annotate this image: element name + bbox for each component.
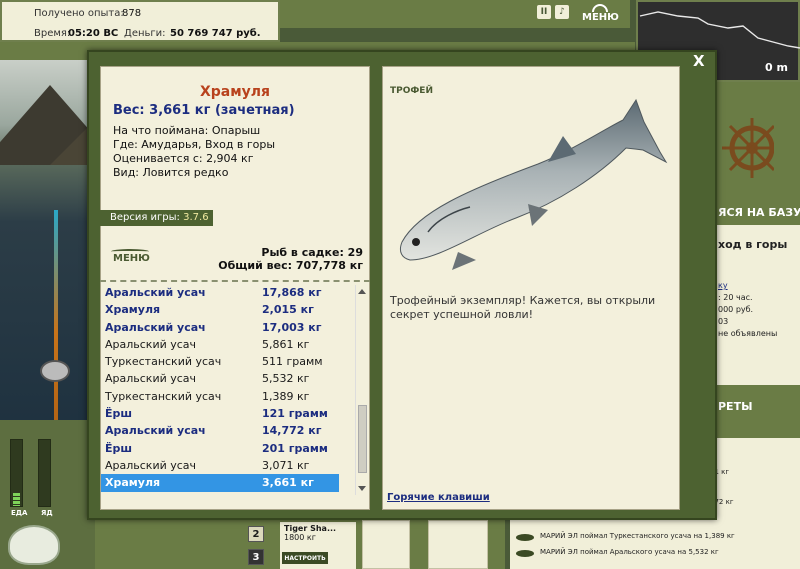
bait-slot[interactable] bbox=[428, 520, 488, 569]
money-label: Деньги: bbox=[124, 28, 166, 39]
catch-row[interactable]: Ёрш 201 грамм bbox=[101, 440, 357, 457]
scroll-thumb[interactable] bbox=[358, 405, 367, 473]
close-button[interactable]: X bbox=[693, 52, 705, 70]
status-panel: ЕДА ЯД bbox=[0, 420, 95, 569]
log-row: МАРИЙ ЭЛ поймал Туркестанского усача на … bbox=[540, 532, 735, 540]
trophy-text: Трофейный экземпляр! Кажется, вы открыли… bbox=[390, 294, 656, 321]
exp-label: Получено опыта: bbox=[34, 8, 124, 19]
catch-row[interactable]: Аральский усач 14,772 кг bbox=[101, 422, 357, 439]
food-meter bbox=[10, 439, 23, 507]
catch-row[interactable]: Туркестанский усач 511 грамм bbox=[101, 353, 357, 370]
exp-value: 878 bbox=[122, 8, 142, 19]
divider bbox=[100, 280, 370, 282]
catch-row[interactable]: Храмуля 3,661 кг bbox=[101, 474, 339, 492]
catch-row[interactable]: Аральский усач 3,071 кг bbox=[101, 457, 357, 474]
fishing-rod bbox=[54, 210, 58, 420]
poison-meter bbox=[38, 439, 51, 507]
bait-info: На что поймана: Опарыш bbox=[113, 124, 261, 137]
version-label: Версия игры: bbox=[110, 212, 180, 223]
location-line-3: 03 bbox=[718, 317, 729, 326]
scroll-down-icon[interactable] bbox=[358, 486, 366, 491]
location-line-1: : 20 час. bbox=[718, 293, 753, 302]
catch-row[interactable]: Аральский усач 5,532 кг bbox=[101, 370, 357, 387]
location-line-2: 000 руб. bbox=[718, 305, 754, 314]
depth-value: 0 m bbox=[765, 61, 788, 74]
food-label: ЕДА bbox=[11, 509, 28, 517]
location-line-4: не объявлены bbox=[718, 329, 778, 338]
helm-icon bbox=[592, 4, 609, 12]
top-green-strip bbox=[280, 0, 630, 28]
catch-row[interactable]: Аральский усач 17,003 кг bbox=[101, 319, 357, 336]
hook-slot[interactable] bbox=[362, 520, 410, 569]
hud-panel: Получено опыта: 878 Время: 05:20 ВС День… bbox=[0, 0, 280, 42]
slot-3-button[interactable]: 3 bbox=[248, 549, 264, 565]
catch-row[interactable]: Аральский усач 5,861 кг bbox=[101, 336, 357, 353]
location-link[interactable]: ку bbox=[718, 281, 728, 290]
sound-icon[interactable]: ♪ bbox=[555, 5, 569, 19]
top-menu-button[interactable]: МЕНЮ bbox=[582, 4, 619, 23]
catch-row[interactable]: Храмуля 2,015 кг bbox=[101, 301, 357, 318]
keepnet-weight: Общий вес: 707,778 кг bbox=[218, 259, 363, 272]
price-info: Оценивается с: 2,904 кг bbox=[113, 152, 254, 165]
tackle-name: Tiger Sha... bbox=[284, 524, 337, 533]
location-name: ход в горы bbox=[718, 238, 788, 251]
dialog-menu-button[interactable]: МЕНЮ bbox=[111, 249, 150, 264]
place-info: Где: Амударья, Вход в горы bbox=[113, 138, 276, 151]
time-label: Время: bbox=[34, 28, 71, 39]
reel bbox=[40, 360, 70, 382]
catch-row[interactable]: Аральский усач 17,868 кг bbox=[101, 284, 357, 301]
top-menu-label: МЕНЮ bbox=[582, 12, 619, 23]
kind-info: Вид: Ловится редко bbox=[113, 166, 229, 179]
keepnet-count: Рыб в садке: 29 bbox=[261, 246, 363, 259]
setup-button[interactable]: НАСТРОИТЬ bbox=[282, 552, 328, 564]
fish-weight: Вес: 3,661 кг (зачетная) bbox=[113, 103, 295, 118]
fishing-scene bbox=[0, 60, 95, 420]
fish-name: Храмуля bbox=[199, 84, 271, 100]
slot-2-button[interactable]: 2 bbox=[248, 526, 264, 542]
catch-row[interactable]: Ёрш 121 грамм bbox=[101, 405, 357, 422]
hotkeys-link[interactable]: Горячие клавиши bbox=[387, 492, 490, 503]
helm-wheel-icon bbox=[722, 118, 774, 178]
secrets-label[interactable]: РЕТЫ bbox=[718, 400, 752, 413]
bait-pot-icon[interactable] bbox=[8, 525, 60, 565]
log-row: МАРИЙ ЭЛ поймал Аральского усача на 5,53… bbox=[540, 548, 719, 556]
money-value: 50 769 747 руб. bbox=[170, 28, 261, 39]
catch-list-scrollbar[interactable] bbox=[355, 285, 368, 495]
pause-icon[interactable]: II bbox=[537, 5, 551, 19]
fish-icon bbox=[516, 550, 534, 557]
scroll-up-icon[interactable] bbox=[358, 289, 366, 294]
fish-image bbox=[399, 98, 668, 270]
top-icons: II ♪ bbox=[537, 5, 569, 19]
catch-list[interactable]: Аральский усач 17,868 кг Храмуля 2,015 кг … bbox=[101, 284, 357, 492]
time-value: 05:20 ВС bbox=[68, 28, 119, 39]
poison-label: ЯД bbox=[41, 509, 53, 517]
tackle-length: 1800 кг bbox=[284, 533, 316, 542]
version-badge: Версия игры: 3.7.6 bbox=[100, 210, 213, 226]
go-to-base-label[interactable]: ЯСЯ НА БАЗУ bbox=[718, 206, 800, 219]
catch-row[interactable]: Туркестанский усач 1,389 кг bbox=[101, 388, 357, 405]
fish-icon bbox=[516, 534, 534, 541]
version-value: 3.7.6 bbox=[183, 212, 209, 223]
